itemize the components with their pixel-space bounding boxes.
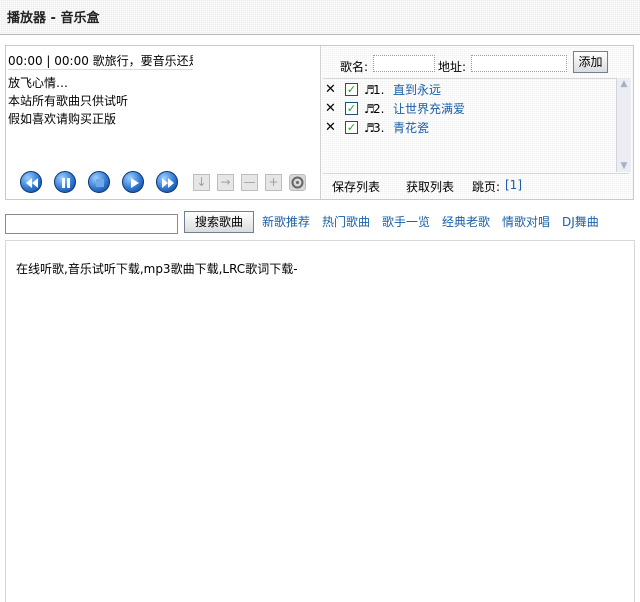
remove-icon[interactable]: ✕	[325, 100, 336, 118]
content-area: 在线听歌,音乐试听下载,mp3歌曲下载,LRC歌词下载-	[5, 240, 635, 602]
nav-link[interactable]: 歌手一览	[382, 213, 430, 230]
volume-down-button[interactable]: —	[241, 174, 258, 191]
address-label: 地址:	[438, 60, 467, 74]
remove-icon[interactable]: ✕	[325, 81, 336, 99]
play-icon[interactable]	[122, 171, 144, 193]
save-list-button[interactable]: 保存列表	[332, 178, 380, 195]
address-input[interactable]	[471, 55, 567, 72]
stop-icon[interactable]	[88, 171, 110, 193]
loop-icon[interactable]	[289, 174, 306, 191]
playlist-pane: 歌名: 地址: 添加 ✕ ✓ ♬ 1. 直到永远 ✕ ✓ ♬ 2. 让世界充满爱…	[321, 46, 633, 199]
track-link[interactable]: 直到永远	[393, 81, 441, 99]
now-playing-status: 00:00 | 00:00 歌旅行，要音乐还是	[8, 54, 193, 70]
page-link[interactable]: [1]	[505, 178, 522, 192]
track-number: 1.	[373, 83, 385, 97]
pause-icon[interactable]	[54, 171, 76, 193]
search-input[interactable]	[5, 214, 178, 234]
now-playing-pane: 00:00 | 00:00 歌旅行，要音乐还是 放飞心情… 本站所有歌曲只供试听…	[6, 46, 321, 199]
rewind-icon[interactable]	[20, 171, 42, 193]
player-panel: 00:00 | 00:00 歌旅行，要音乐还是 放飞心情… 本站所有歌曲只供试听…	[5, 45, 634, 200]
lyric-line: 假如喜欢请购买正版	[8, 112, 117, 126]
nav-link[interactable]: 热门歌曲	[322, 213, 370, 230]
playlist: ✕ ✓ ♬ 1. 直到永远 ✕ ✓ ♬ 2. 让世界充满爱 ✕ ✓ ♬ 3. 青…	[323, 78, 629, 174]
lyric-line: 放飞心情…	[8, 76, 69, 90]
content-text: 在线听歌,音乐试听下载,mp3歌曲下载,LRC歌词下载-	[16, 262, 298, 276]
volume-up-button[interactable]: +	[265, 174, 282, 191]
move-down-button[interactable]: ↓	[193, 174, 210, 191]
add-button[interactable]: 添加	[573, 51, 608, 73]
fetch-list-button[interactable]: 获取列表	[406, 178, 454, 195]
nav-link[interactable]: DJ舞曲	[562, 213, 599, 230]
checkbox-icon[interactable]: ✓	[345, 102, 358, 115]
track-link[interactable]: 让世界充满爱	[393, 100, 465, 118]
nav-link[interactable]: 经典老歌	[442, 213, 490, 230]
track-number: 2.	[373, 102, 385, 116]
page-jump-label: 跳页:	[472, 180, 501, 194]
search-bar: 搜索歌曲 新歌推荐 热门歌曲 歌手一览 经典老歌 情歌对唱 DJ舞曲	[5, 208, 635, 236]
nav-link[interactable]: 情歌对唱	[502, 213, 550, 230]
next-item-button[interactable]: →	[217, 174, 234, 191]
search-button[interactable]: 搜索歌曲	[184, 211, 254, 233]
scroll-up-icon[interactable]: ▲	[617, 78, 631, 90]
lyric-line: 本站所有歌曲只供试听	[8, 94, 129, 108]
fast-forward-icon[interactable]	[156, 171, 178, 193]
title-bar: 播放器 - 音乐盒	[0, 0, 640, 35]
track-link[interactable]: 青花瓷	[393, 119, 429, 137]
checkbox-icon[interactable]: ✓	[345, 121, 358, 134]
scroll-down-icon[interactable]: ▼	[617, 160, 631, 172]
song-name-label: 歌名:	[340, 60, 369, 74]
checkbox-icon[interactable]: ✓	[345, 83, 358, 96]
nav-link[interactable]: 新歌推荐	[262, 213, 310, 230]
remove-icon[interactable]: ✕	[325, 119, 336, 137]
track-number: 3.	[373, 121, 385, 135]
playlist-scrollbar[interactable]: ▲ ▼	[616, 78, 631, 172]
song-name-input[interactable]	[373, 55, 435, 72]
window-title: 播放器 - 音乐盒	[7, 11, 100, 26]
lyrics-area: 放飞心情… 本站所有歌曲只供试听 假如喜欢请购买正版	[8, 74, 128, 128]
